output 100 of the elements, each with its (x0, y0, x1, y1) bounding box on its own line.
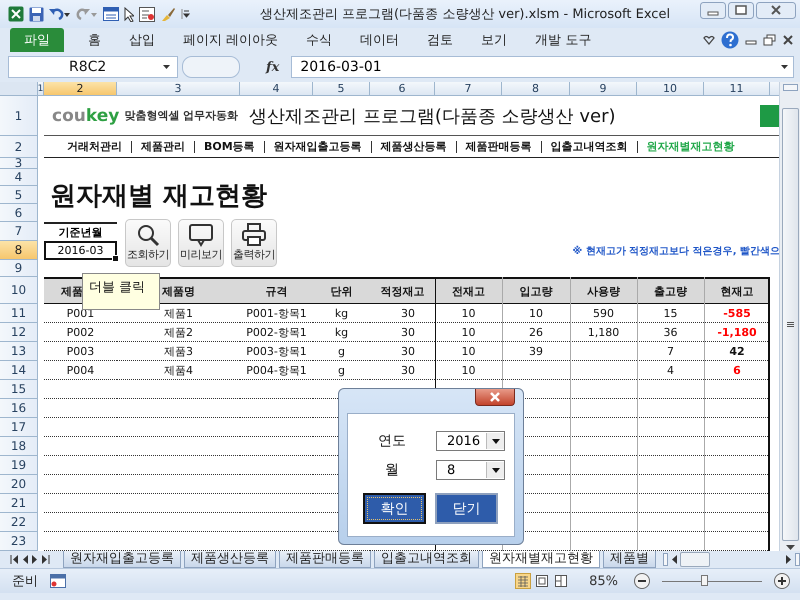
column-header[interactable]: 10 (637, 82, 704, 96)
next-sheet-icon[interactable] (32, 555, 38, 564)
undo-icon[interactable] (49, 7, 71, 21)
ribbon-tab[interactable]: 개발 도구 (521, 31, 606, 49)
nav-link[interactable]: 입출고내역조회 (540, 140, 637, 152)
row-header[interactable]: 13 (0, 342, 38, 361)
row-header[interactable]: 21 (0, 494, 38, 513)
row-header[interactable]: 7 (0, 222, 38, 241)
row-header[interactable]: 2 (0, 136, 38, 158)
nav-link[interactable]: 제품판매등록 (456, 140, 541, 152)
partial-button[interactable] (760, 104, 780, 126)
normal-view-icon[interactable] (515, 573, 532, 589)
column-header[interactable]: 8 (502, 82, 570, 96)
page-break-icon[interactable] (553, 573, 570, 589)
nav-link[interactable]: BOM등록 (194, 140, 264, 152)
checklist-icon[interactable] (139, 6, 155, 22)
ribbon-tab[interactable]: 홈 (74, 31, 115, 49)
first-sheet-icon[interactable] (10, 555, 18, 564)
row-header[interactable]: 3 (0, 158, 38, 169)
caret-icon[interactable] (492, 468, 500, 472)
row-header[interactable]: 9 (0, 260, 38, 277)
close-icon[interactable] (782, 34, 794, 46)
scroll-left-icon[interactable] (671, 555, 677, 564)
row-header[interactable]: 23 (0, 532, 38, 551)
column-header[interactable]: 2 (44, 82, 117, 96)
minimize-button[interactable] (700, 2, 726, 19)
column-header[interactable]: 3 (117, 82, 240, 96)
spreadsheet-icon[interactable] (8, 6, 24, 22)
file-tab[interactable]: 파일 (10, 28, 64, 52)
column-header[interactable]: 1 (38, 82, 44, 96)
scroll-thumb[interactable] (782, 108, 799, 541)
row-header[interactable]: 18 (0, 437, 38, 456)
row-header[interactable]: 19 (0, 456, 38, 475)
sheet-tab[interactable]: 제품별 (603, 551, 656, 568)
formula-field[interactable]: 2016-03-01 (291, 56, 794, 78)
dropdown[interactable]: 8 (436, 460, 505, 480)
row-header[interactable]: 15 (0, 380, 38, 399)
ribbon-tab[interactable]: 삽입 (115, 31, 169, 49)
name-box[interactable]: R8C2 (8, 56, 178, 78)
expand-icon[interactable] (781, 64, 789, 70)
action-button[interactable]: 미리보기 (178, 219, 224, 267)
column-header[interactable]: 9 (570, 82, 637, 96)
dialog-button[interactable]: 닫기 (435, 493, 498, 524)
row-header[interactable]: 17 (0, 418, 38, 437)
column-header[interactable]: 5 (313, 82, 370, 96)
close-button[interactable] (756, 2, 796, 19)
help-icon[interactable] (721, 31, 739, 49)
caret-icon[interactable] (163, 64, 171, 70)
sheet-tab[interactable]: 입출고내역조회 (374, 551, 479, 568)
dialog-button[interactable]: 확인 (363, 493, 426, 524)
nav-link[interactable]: 거래처관리 (58, 140, 131, 152)
insert-function-button[interactable]: fx (244, 60, 288, 74)
row-header[interactable]: 4 (0, 169, 38, 186)
sheet-tab[interactable]: 원자재별재고현황 (482, 551, 600, 568)
ribbon-tab[interactable]: 수식 (292, 31, 346, 49)
resize-handle[interactable] (182, 56, 240, 78)
split-handle[interactable] (663, 553, 668, 566)
vertical-scrollbar[interactable] (779, 82, 800, 551)
row-header[interactable]: 6 (0, 204, 38, 222)
column-header[interactable]: 11 (704, 82, 770, 96)
brush-icon[interactable] (160, 6, 176, 22)
save-icon[interactable] (29, 6, 44, 22)
split-handle[interactable] (795, 553, 800, 566)
row-header[interactable]: 12 (0, 323, 38, 342)
sheet-tab[interactable]: 원자재입출고등록 (63, 551, 181, 568)
dropdown[interactable]: 2016 (436, 431, 505, 451)
form-icon[interactable] (103, 7, 119, 21)
nav-link[interactable]: 원자재입출고등록 (264, 140, 371, 152)
zoom-in-icon[interactable] (774, 573, 790, 589)
row-header[interactable]: 22 (0, 513, 38, 532)
zoom-level[interactable]: 85% (581, 574, 622, 588)
column-header[interactable]: 7 (435, 82, 502, 96)
nav-link[interactable]: 제품관리 (131, 140, 194, 152)
macro-record-icon[interactable] (50, 574, 66, 588)
page-layout-icon[interactable] (534, 573, 550, 589)
action-button[interactable]: 조회하기 (125, 219, 171, 267)
dropdown-icon[interactable] (181, 9, 190, 19)
action-button[interactable]: 출력하기 (231, 219, 277, 267)
column-header[interactable]: 4 (240, 82, 313, 96)
column-header[interactable]: 6 (370, 82, 435, 96)
row-header[interactable]: 14 (0, 361, 38, 380)
ribbon-tab[interactable]: 페이지 레이아웃 (169, 31, 292, 49)
nav-link[interactable]: 제품생산등록 (370, 140, 456, 152)
pointer-icon[interactable] (124, 6, 134, 22)
ribbon-tab[interactable]: 검토 (413, 31, 468, 49)
ribbon-tab[interactable]: 보기 (467, 31, 522, 49)
row-header[interactable]: 16 (0, 399, 38, 418)
row-header[interactable]: 11 (0, 304, 38, 323)
scroll-thumb[interactable] (680, 552, 710, 567)
sheet-tab[interactable]: 제품판매등록 (279, 551, 371, 568)
zoom-out-icon[interactable] (634, 573, 650, 589)
close-button[interactable] (475, 389, 515, 406)
row-header[interactable]: 20 (0, 475, 38, 494)
month-cell[interactable]: 2016-03 (44, 241, 117, 260)
slider-thumb[interactable] (701, 575, 708, 586)
restore-icon[interactable] (763, 34, 776, 46)
maximize-button[interactable] (728, 2, 754, 19)
row-header[interactable]: 8 (0, 241, 38, 260)
row-header[interactable]: 10 (0, 277, 38, 304)
caret-icon[interactable] (492, 438, 500, 444)
